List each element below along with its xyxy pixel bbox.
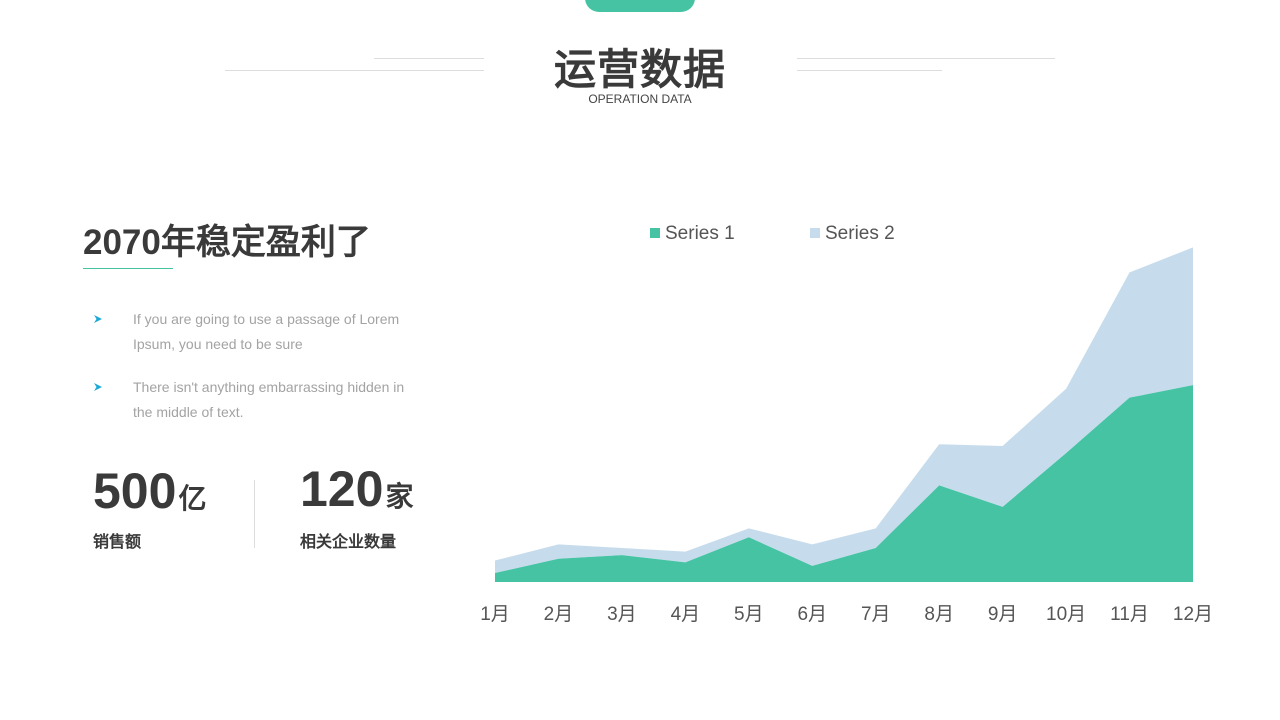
stat-companies: 120家 相关企业数量	[300, 460, 414, 551]
x-tick-label: 8月	[924, 604, 954, 625]
x-tick-label: 6月	[797, 604, 827, 625]
x-tick-label: 12月	[1173, 604, 1213, 625]
arrow-right-icon	[94, 383, 102, 391]
x-tick-label: 4月	[671, 604, 701, 625]
x-tick-label: 11月	[1110, 604, 1149, 625]
stat-label: 相关企业数量	[300, 534, 397, 551]
legend-label: Series 2	[825, 223, 895, 244]
page-subtitle: OPERATION DATA	[588, 92, 692, 106]
bullet-line: If you are going to use a passage of Lor…	[133, 311, 400, 327]
legend-item: Series 2	[810, 223, 895, 244]
bullet-text: There isn't anything embarrassing hidden…	[133, 375, 433, 425]
x-tick-label: 3月	[607, 604, 637, 625]
x-tick-label: 2月	[544, 604, 574, 625]
stat-divider	[254, 480, 255, 548]
legend-swatch	[810, 228, 820, 238]
stat-number: 120	[300, 461, 384, 517]
legend-label: Series 1	[665, 223, 735, 244]
x-tick-label: 10月	[1046, 604, 1086, 625]
top-tab-decoration	[585, 0, 695, 12]
arrow-right-icon	[94, 315, 102, 323]
stat-sales: 500亿 销售额	[93, 462, 207, 551]
section-heading: 2070年稳定盈利了	[83, 223, 371, 262]
x-tick-label: 7月	[861, 604, 891, 625]
area-chart: 1月 2月 3月 4月 5月 6月 7月 8月 9月 10月 11月 12月 Series 1 Serie…	[480, 223, 1213, 625]
stat-number: 500	[93, 463, 177, 519]
bullet-line: There isn't anything embarrassing hidden…	[133, 379, 405, 395]
legend-item: Series 1	[650, 223, 735, 244]
stat-label: 销售额	[93, 534, 142, 551]
page-title: 运营数据	[553, 46, 726, 93]
x-tick-label: 1月	[480, 604, 510, 625]
bullet-text: If you are going to use a passage of Lor…	[133, 307, 433, 357]
x-tick-label: 5月	[734, 604, 764, 625]
bullet-line: Ipsum, you need to be sure	[133, 336, 303, 352]
bullet-line: the middle of text.	[133, 404, 244, 420]
x-tick-label: 9月	[988, 604, 1018, 625]
stat-unit: 家	[385, 481, 414, 512]
legend-swatch	[650, 228, 660, 238]
heading-underline	[83, 268, 173, 269]
stat-unit: 亿	[178, 483, 207, 514]
